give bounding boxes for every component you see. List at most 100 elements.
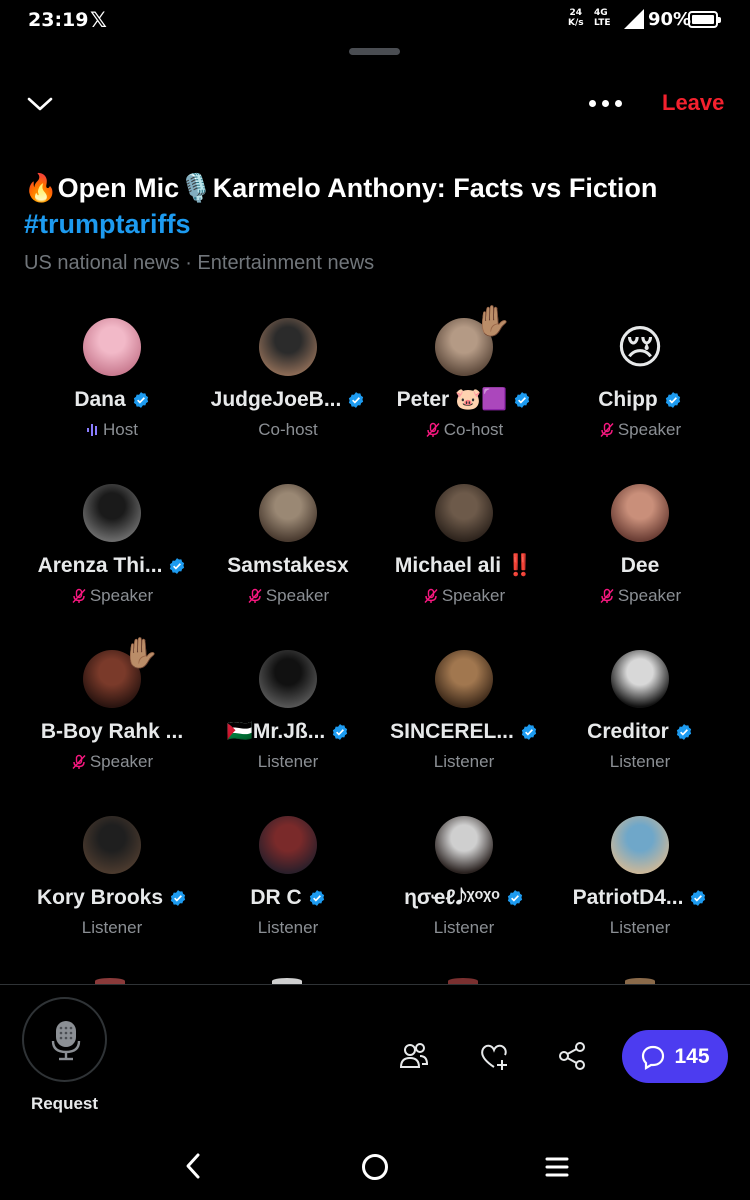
participant-role-text: Listener [609, 752, 671, 771]
comment-count: 145 [674, 1044, 710, 1068]
participant-name-text: B-Boy Rahk ... [40, 720, 184, 743]
participant-card[interactable]: ✋🏽 B-Boy Rahk ... Speaker [24, 636, 200, 788]
verified-badge-icon [309, 890, 324, 906]
participant-card[interactable]: SINCEREL... Listener [376, 648, 552, 788]
participant-card[interactable]: Dana Host [24, 316, 200, 456]
verified-badge-icon [349, 392, 364, 408]
request-button[interactable] [22, 997, 107, 1082]
participant-card[interactable]: 😢 Chipp Speaker [552, 316, 728, 456]
verified-badge-icon [515, 392, 530, 408]
mic-off-icon [424, 588, 438, 603]
avatar[interactable] [259, 816, 317, 874]
speaking-bars-icon [87, 424, 98, 436]
battery-percent: 90% [648, 9, 692, 30]
mic-off-icon [72, 754, 86, 769]
participant-card[interactable]: Arenza Thi... Speaker [24, 482, 200, 622]
space-title: 🔥Open Mic🎙️Karmelo Anthony: Facts vs Fic… [24, 173, 658, 203]
avatar[interactable] [259, 484, 317, 542]
participant-role-text: Listener [433, 752, 495, 771]
participant-name: Michael ali ‼️ [376, 554, 552, 578]
participant-name: PatriotD4... [552, 886, 728, 910]
participant-name-text: Samstakesx [227, 554, 349, 577]
avatar[interactable] [435, 650, 493, 708]
mic-off-icon [248, 588, 262, 603]
more-dots-icon[interactable] [586, 90, 626, 118]
avatar[interactable] [259, 650, 317, 708]
avatar-peek [95, 978, 125, 984]
participant-name: ɳσҽℓ𝅘𝅥𝅮ᵡᵒᵡᵒ [376, 886, 552, 910]
participant-card[interactable]: Samstakesx Speaker [200, 482, 376, 622]
participant-role-text: Listener [81, 918, 143, 937]
participant-name: DR C [200, 886, 376, 910]
x-logo-icon: 𝕏 [90, 8, 107, 32]
network-speed: 24 K/s [568, 8, 584, 28]
clock: 23:19 [28, 9, 89, 31]
participant-name: Kory Brooks [24, 886, 200, 910]
participant-card[interactable]: JudgeJoeB... Co-host [200, 316, 376, 456]
sheet-grabber[interactable] [349, 48, 400, 55]
avatar[interactable] [611, 816, 669, 874]
avatar[interactable]: 😢 [611, 318, 669, 376]
participant-card[interactable]: Kory Brooks Listener [24, 814, 200, 954]
participant-card[interactable]: 🇵🇸Mr.Jß... Listener [200, 648, 376, 788]
participant-role-text: Co-host [258, 420, 318, 439]
participant-name: JudgeJoeB... [200, 388, 376, 412]
nav-back-icon[interactable] [180, 1150, 208, 1182]
participant-name-text: Kory Brooks [36, 886, 164, 909]
participant-role-text: Listener [257, 918, 319, 937]
participant-name-text: Peter 🐷🟪 [396, 388, 508, 411]
avatar-peek [625, 978, 655, 984]
participant-card[interactable]: PatriotD4... Listener [552, 814, 728, 954]
avatar[interactable] [435, 816, 493, 874]
participant-role: Speaker [552, 586, 728, 606]
request-label: Request [30, 1094, 99, 1113]
participant-role: Speaker [552, 420, 728, 440]
avatar[interactable] [611, 650, 669, 708]
avatar[interactable] [83, 318, 141, 376]
comment-icon [642, 1045, 665, 1070]
participant-role: Speaker [24, 752, 200, 772]
people-icon[interactable] [398, 1040, 430, 1072]
participant-name: Peter 🐷🟪 [376, 388, 552, 412]
participant-name-text: 🇵🇸Mr.Jß... [226, 720, 326, 743]
participant-role: Listener [376, 918, 552, 938]
avatar[interactable] [83, 484, 141, 542]
avatar[interactable] [435, 484, 493, 542]
participant-role: Listener [24, 918, 200, 938]
participant-role: Speaker [200, 586, 376, 606]
verified-badge-icon [133, 392, 148, 408]
participant-role-text: Host [103, 420, 138, 439]
nav-home-icon[interactable] [362, 1154, 388, 1180]
microphone-icon [51, 1021, 81, 1061]
heart-plus-icon[interactable] [478, 1040, 510, 1072]
verified-badge-icon [333, 724, 348, 740]
participant-card[interactable]: Dee Speaker [552, 482, 728, 622]
participant-role: Listener [200, 918, 376, 938]
nav-menu-icon[interactable] [544, 1156, 570, 1178]
participant-card[interactable]: ✋🏽 Peter 🐷🟪 Co-host [376, 304, 552, 456]
participant-card[interactable]: Creditor Listener [552, 648, 728, 788]
chevron-down-icon[interactable] [22, 86, 58, 122]
share-icon[interactable] [556, 1040, 588, 1072]
participant-card[interactable]: Michael ali ‼️ Speaker [376, 482, 552, 622]
participant-role-text: Speaker [617, 420, 682, 439]
participant-role: Listener [200, 752, 376, 772]
participant-role: Co-host [200, 420, 376, 440]
participant-role-text: Speaker [617, 586, 682, 605]
mic-off-icon [600, 588, 614, 603]
comments-button[interactable]: 145 [622, 1030, 728, 1083]
avatar[interactable] [611, 484, 669, 542]
participant-role: Speaker [376, 586, 552, 606]
signal-icon [624, 9, 644, 29]
leave-button[interactable]: Leave [662, 90, 724, 116]
avatar[interactable] [259, 318, 317, 376]
participant-card[interactable]: DR C Listener [200, 814, 376, 954]
participant-name: Dana [24, 388, 200, 412]
network-type: 4G LTE [594, 8, 611, 28]
verified-badge-icon [665, 392, 680, 408]
space-hashtag[interactable]: #trumptariffs [24, 206, 191, 242]
divider [0, 984, 750, 985]
avatar[interactable] [83, 816, 141, 874]
participant-card[interactable]: ɳσҽℓ𝅘𝅥𝅮ᵡᵒᵡᵒ Listener [376, 814, 552, 954]
participant-name-text: Creditor [587, 720, 669, 743]
